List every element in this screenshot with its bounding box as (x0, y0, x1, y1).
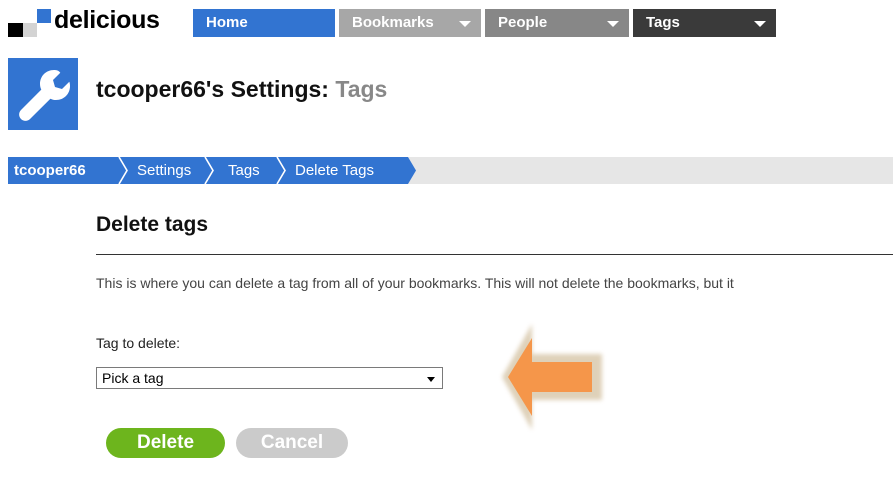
logo-square-blue (37, 9, 51, 23)
delicious-logo[interactable] (8, 7, 52, 37)
page-title: tcooper66's Settings: Tags (96, 76, 387, 103)
logo-square-black (8, 23, 23, 37)
nav-people-label: People (498, 14, 548, 31)
nav-people[interactable]: People (485, 9, 629, 37)
nav-tags[interactable]: Tags (633, 9, 776, 37)
tag-select-value: Pick a tag (102, 370, 164, 386)
nav-bookmarks[interactable]: Bookmarks (339, 9, 481, 37)
tag-select[interactable]: Pick a tag (96, 367, 443, 389)
breadcrumb-separator-icon (204, 157, 214, 184)
cancel-button[interactable]: Cancel (236, 428, 348, 458)
left-arrow-annotation-icon (502, 324, 602, 430)
settings-wrench-icon (8, 58, 78, 130)
chevron-down-icon[interactable] (607, 21, 619, 27)
breadcrumb-end-icon (405, 157, 416, 184)
nav-tags-label: Tags (646, 14, 680, 31)
breadcrumb-settings[interactable]: Settings (118, 157, 204, 184)
page-title-main: tcooper66's Settings: (96, 76, 329, 102)
breadcrumb-separator-icon (276, 157, 286, 184)
section-title: Delete tags (96, 213, 209, 236)
section-divider (96, 254, 893, 255)
nav-bookmarks-label: Bookmarks (352, 14, 434, 31)
nav-home[interactable]: Home (193, 9, 335, 37)
nav-home-label: Home (206, 14, 248, 31)
chevron-down-icon[interactable] (754, 21, 766, 27)
tag-select-label: Tag to delete: (96, 335, 181, 351)
brand-name[interactable]: delicious (54, 6, 160, 35)
logo-square-gray (23, 23, 37, 37)
chevron-down-icon[interactable] (459, 21, 471, 27)
breadcrumb-user[interactable]: tcooper66 (8, 157, 118, 184)
delete-button[interactable]: Delete (106, 428, 225, 458)
breadcrumb-current: Delete Tags (276, 157, 407, 184)
section-description: This is where you can delete a tag from … (96, 275, 734, 291)
page-title-sub: Tags (335, 76, 388, 102)
breadcrumb-separator-icon (118, 157, 128, 184)
dropdown-arrow-icon[interactable] (427, 377, 435, 382)
